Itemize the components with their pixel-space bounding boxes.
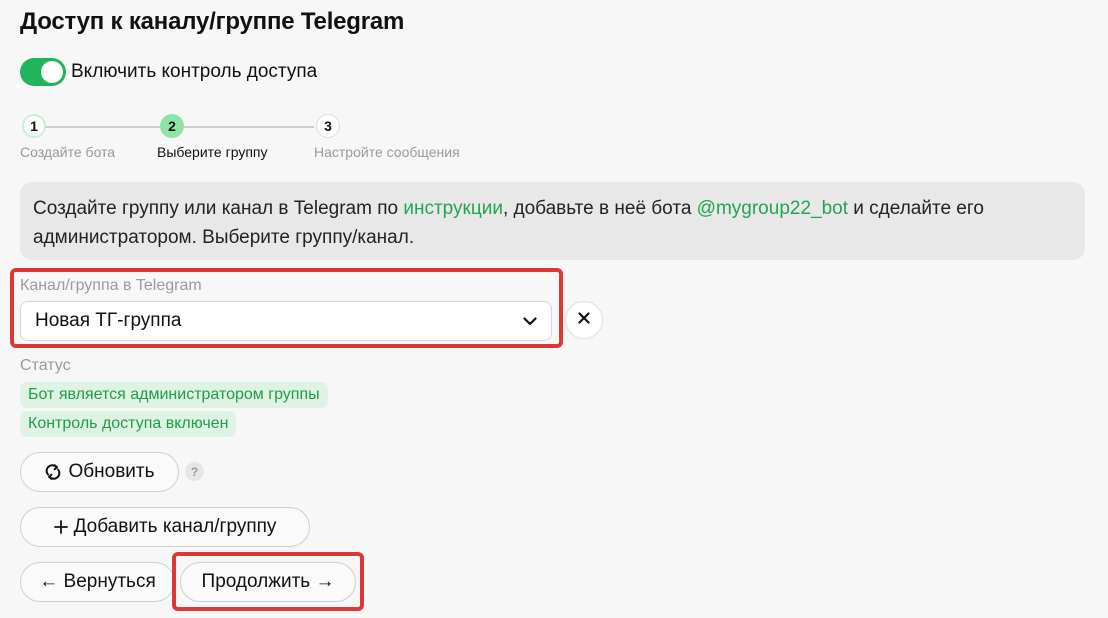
step-label: Создайте бота (20, 144, 116, 160)
continue-label: Продолжить → (201, 571, 335, 592)
help-icon[interactable]: ? (185, 462, 204, 481)
stepper: 1 Создайте бота 2 Выберите группу 3 Наст… (20, 114, 500, 164)
status-badge: Бот является администратором группы (20, 382, 328, 408)
channel-select-value: Новая ТГ-группа (35, 310, 182, 331)
plus-icon (53, 520, 68, 534)
switch-knob (41, 61, 63, 83)
page-title: Доступ к каналу/группе Telegram (20, 8, 405, 35)
step-number: 1 (22, 114, 46, 138)
chevron-down-icon (523, 310, 537, 332)
back-label: ← Вернуться (39, 571, 156, 592)
channel-select[interactable]: Новая ТГ-группа (20, 301, 552, 341)
status-label: Статус (20, 357, 71, 374)
step-connector (184, 126, 314, 128)
info-text: , добавьте в неё бота (502, 198, 697, 219)
instructions-link[interactable]: инструкции (403, 198, 503, 219)
step-label: Настройте сообщения (314, 144, 460, 160)
refresh-icon (44, 463, 62, 481)
close-icon (578, 311, 590, 329)
add-channel-label: Добавить канал/группу (73, 516, 277, 537)
back-button[interactable]: ← Вернуться (20, 562, 175, 602)
refresh-label: Обновить (68, 461, 155, 482)
access-control-label: Включить контроль доступа (71, 61, 318, 82)
channel-field-label: Канал/группа в Telegram (20, 277, 202, 294)
bot-username-link[interactable]: @mygroup22_bot (697, 198, 848, 219)
step-number: 3 (316, 114, 340, 138)
clear-channel-button[interactable] (565, 301, 603, 339)
info-text: Создайте группу или канал в Telegram по (33, 198, 404, 219)
refresh-button[interactable]: Обновить (20, 452, 179, 492)
step-number: 2 (160, 114, 184, 138)
instructions-box: Создайте группу или канал в Telegram по … (20, 182, 1085, 260)
status-badge: Контроль доступа включен (20, 411, 237, 437)
continue-button[interactable]: Продолжить → (180, 562, 356, 602)
access-control-toggle-row: Включить контроль доступа (20, 58, 317, 86)
access-control-switch[interactable] (20, 58, 66, 86)
add-channel-button[interactable]: Добавить канал/группу (20, 507, 310, 547)
step-label: Выберите группу (157, 144, 268, 160)
